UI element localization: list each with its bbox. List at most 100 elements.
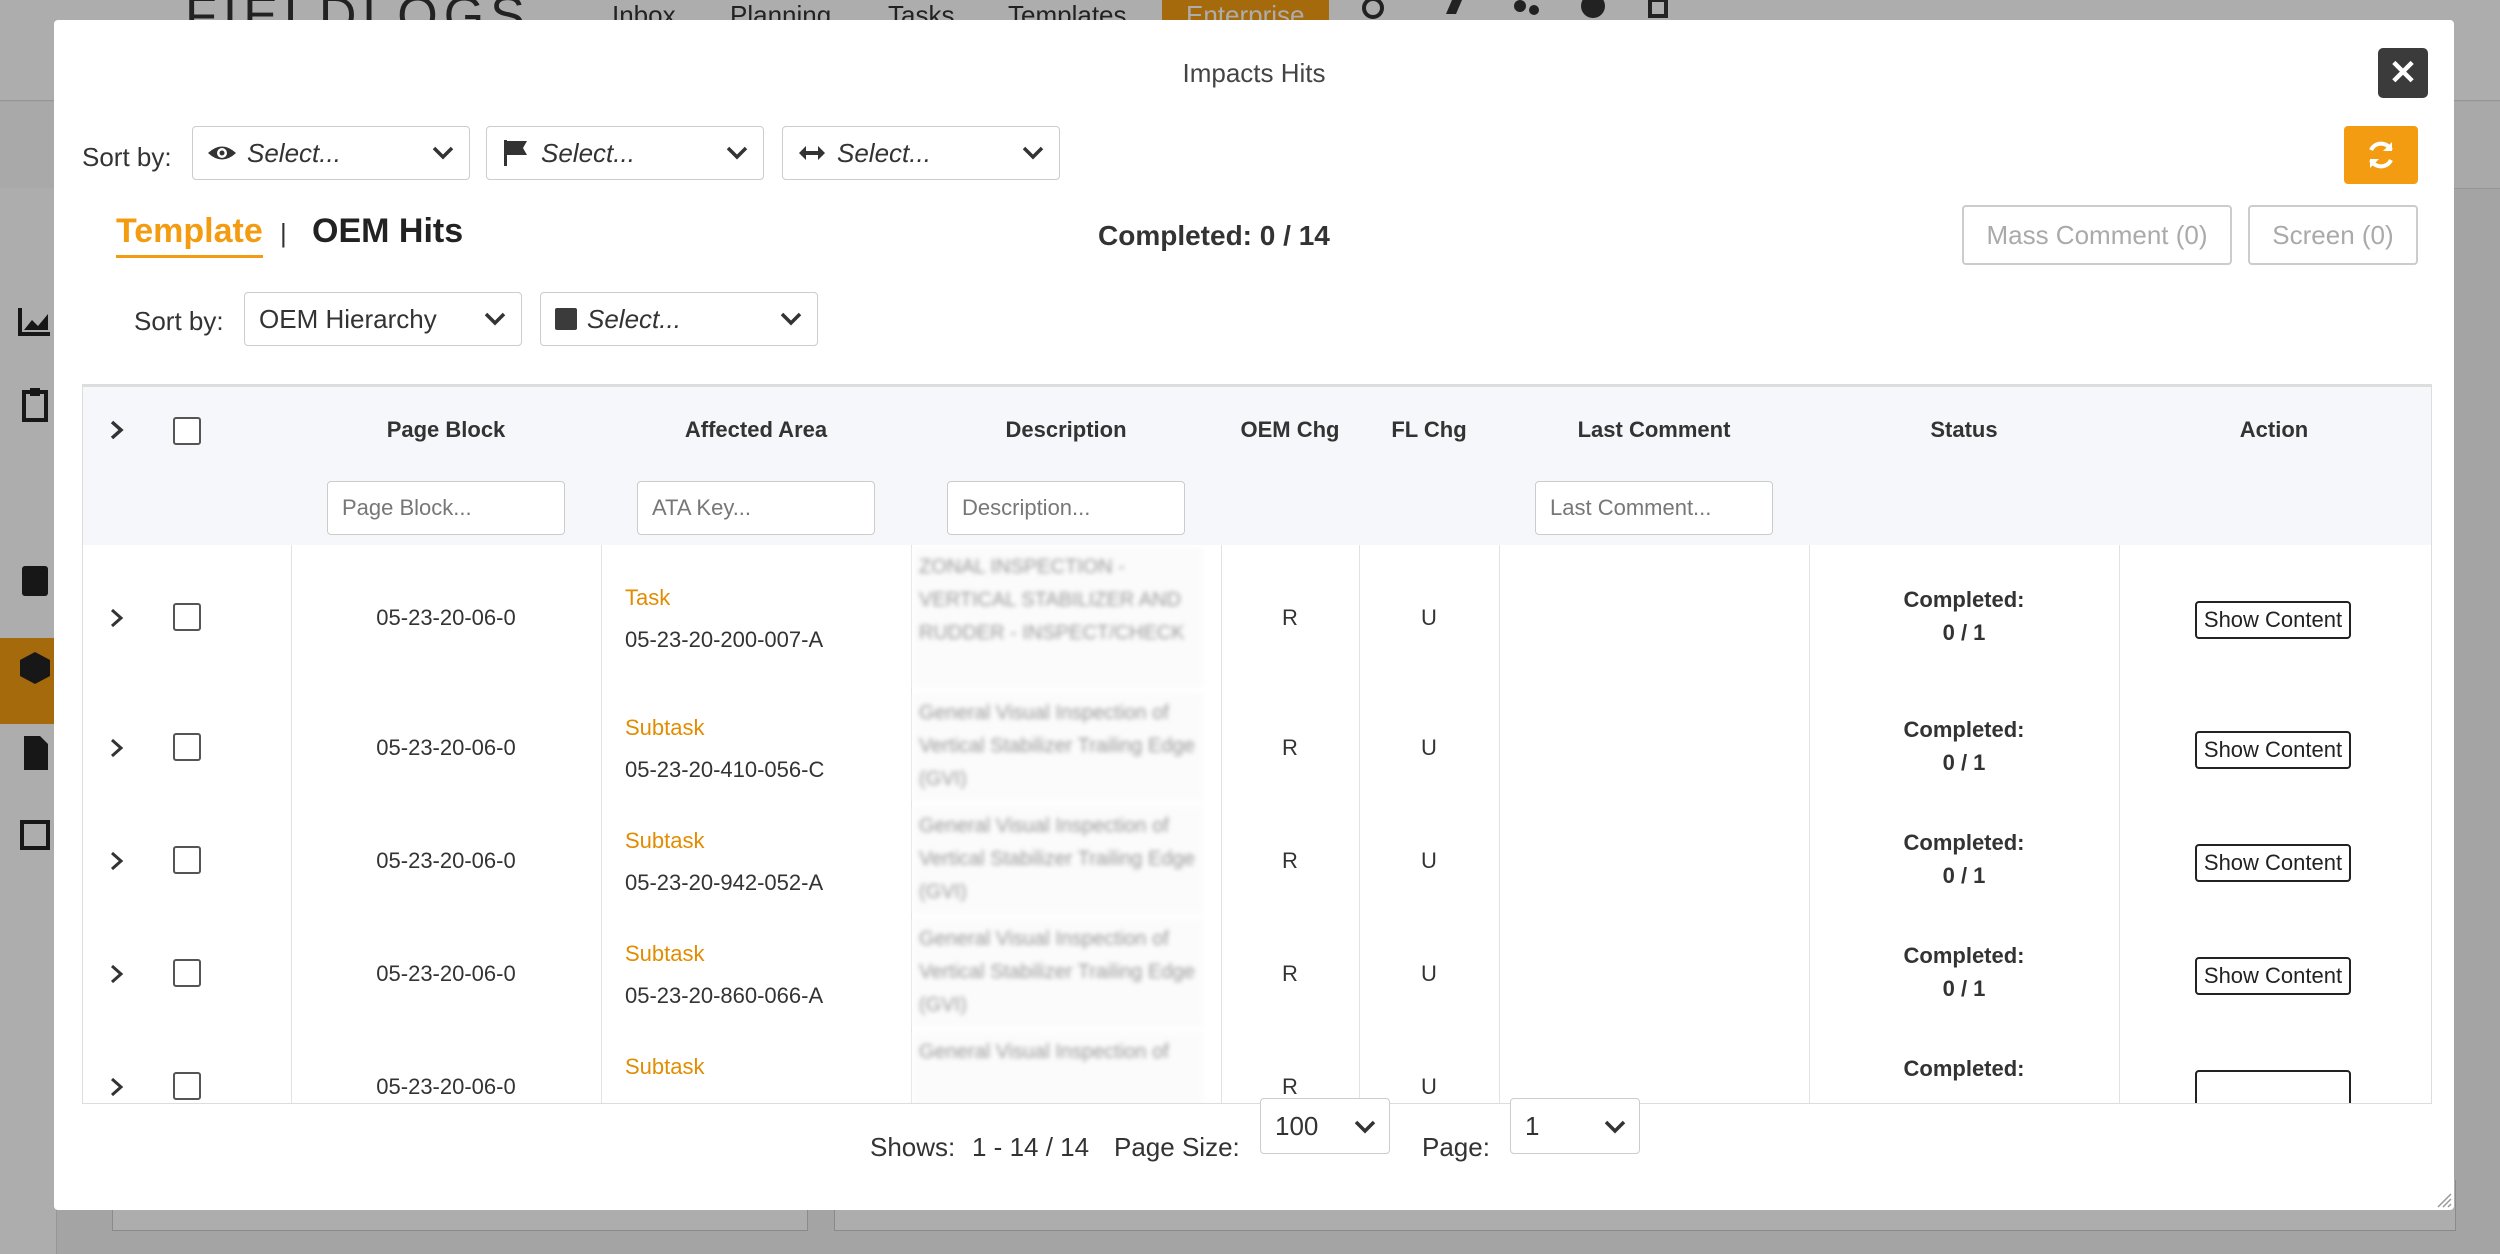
- chevron-down-icon: [1022, 146, 1044, 160]
- row-checkbox[interactable]: [173, 1072, 201, 1100]
- oem-chg-cell: R: [1282, 1074, 1298, 1099]
- page-label: Page:: [1422, 1132, 1490, 1162]
- flag-icon: [504, 140, 527, 166]
- close-icon: ✕: [2388, 54, 2418, 92]
- task-type-link[interactable]: Task: [625, 585, 670, 611]
- expand-all-chevron-icon[interactable]: [105, 419, 127, 441]
- header-fl-chg[interactable]: FL Chg: [1359, 417, 1499, 443]
- subtask-type-link[interactable]: Subtask: [625, 1054, 705, 1080]
- row-expand-chevron-icon[interactable]: [105, 963, 127, 985]
- page-block-cell: 05-23-20-06-0: [376, 1074, 516, 1099]
- sort-by-label: Sort by:: [82, 142, 172, 172]
- filter-ata-key-input[interactable]: [637, 481, 875, 535]
- header-oem-chg[interactable]: OEM Chg: [1221, 417, 1359, 443]
- refresh-icon: [2369, 141, 2393, 169]
- mass-comment-button[interactable]: Mass Comment (0): [1962, 205, 2232, 265]
- filter-description-input[interactable]: [947, 481, 1185, 535]
- table-row[interactable]: 05-23-20-06-0 Subtask General Visual Ins…: [83, 1030, 2431, 1103]
- filter-last-comment-input[interactable]: [1535, 481, 1773, 535]
- row-checkbox[interactable]: [173, 733, 201, 761]
- column-divider: [601, 804, 602, 917]
- fl-chg-cell: U: [1421, 605, 1437, 630]
- page-select[interactable]: 1: [1510, 1098, 1640, 1154]
- column-divider: [1499, 804, 1500, 917]
- ata-key-cell: 05-23-20-860-066-A: [625, 983, 824, 1008]
- column-divider: [911, 691, 912, 804]
- fl-chg-cell: U: [1421, 1074, 1437, 1099]
- row-expand-chevron-icon[interactable]: [105, 607, 127, 629]
- header-page-block[interactable]: Page Block: [291, 417, 601, 443]
- square-sort-select-value: Select...: [587, 303, 681, 334]
- header-last-comment[interactable]: Last Comment: [1499, 417, 1809, 443]
- page-value: 1: [1525, 1110, 1540, 1141]
- header-description[interactable]: Description: [911, 417, 1221, 443]
- square-sort-select[interactable]: Select...: [540, 292, 818, 346]
- inner-sort-by-label: Sort by:: [134, 306, 224, 336]
- refresh-button[interactable]: [2344, 126, 2418, 184]
- column-divider: [2119, 917, 2120, 1030]
- tab-template[interactable]: Template: [116, 212, 263, 258]
- column-divider: [601, 691, 602, 804]
- row-checkbox[interactable]: [173, 846, 201, 874]
- tab-separator: |: [280, 218, 287, 248]
- eye-icon: [208, 146, 236, 160]
- chevron-down-icon: [780, 312, 802, 326]
- status-value: 0 / 1: [1942, 620, 1986, 645]
- show-content-button[interactable]: Show Content: [2195, 957, 2351, 995]
- impacts-table: Page Block Affected Area Description OEM…: [82, 384, 2432, 1104]
- subtask-type-link[interactable]: Subtask: [625, 941, 705, 967]
- filter-page-block-input[interactable]: [327, 481, 565, 535]
- row-checkbox[interactable]: [173, 603, 201, 631]
- description-cell-blurred: General Visual Inspection of Vertical St…: [913, 693, 1203, 801]
- table-row[interactable]: 05-23-20-06-0 Subtask 05-23-20-860-066-A…: [83, 917, 2431, 1031]
- column-divider: [1809, 1030, 1810, 1103]
- header-affected-area[interactable]: Affected Area: [601, 417, 911, 443]
- show-content-button[interactable]: Show Content: [2195, 731, 2351, 769]
- chevron-down-icon: [432, 146, 454, 160]
- page-block-cell: 05-23-20-06-0: [376, 961, 516, 986]
- description-cell-blurred: General Visual Inspection of Vertical St…: [913, 919, 1203, 1027]
- column-divider: [911, 545, 912, 691]
- status-value: 0 / 1: [1942, 976, 1986, 1001]
- table-row[interactable]: 05-23-20-06-0 Task 05-23-20-200-007-A ZO…: [83, 545, 2431, 692]
- page-size-select[interactable]: 100: [1260, 1098, 1390, 1154]
- select-all-checkbox[interactable]: [173, 417, 201, 445]
- status-label: Completed:: [1903, 1056, 2025, 1081]
- table-row[interactable]: 05-23-20-06-0 Subtask 05-23-20-942-052-A…: [83, 804, 2431, 918]
- show-content-button[interactable]: Show Content: [2195, 601, 2351, 639]
- column-divider: [2119, 804, 2120, 917]
- sort-select-flag[interactable]: Select...: [486, 126, 764, 180]
- page-block-cell: 05-23-20-06-0: [376, 848, 516, 873]
- header-status[interactable]: Status: [1809, 417, 2119, 443]
- row-expand-chevron-icon[interactable]: [105, 737, 127, 759]
- show-content-button[interactable]: [2195, 1070, 2351, 1103]
- sort-select-visibility[interactable]: Select...: [192, 126, 470, 180]
- description-cell-blurred: ZONAL INSPECTION - VERTICAL STABILIZER A…: [913, 547, 1203, 687]
- sort-select-direction[interactable]: Select...: [782, 126, 1060, 180]
- impacts-hits-modal: Impacts Hits ✕ Sort by: Select... Select…: [54, 20, 2454, 1210]
- row-expand-chevron-icon[interactable]: [105, 850, 127, 872]
- row-checkbox[interactable]: [173, 959, 201, 987]
- fl-chg-cell: U: [1421, 961, 1437, 986]
- hierarchy-select-value: OEM Hierarchy: [259, 303, 437, 334]
- status-value: 0 / 1: [1942, 863, 1986, 888]
- hierarchy-select[interactable]: OEM Hierarchy: [244, 292, 522, 346]
- subtask-type-link[interactable]: Subtask: [625, 828, 705, 854]
- resize-grip-icon[interactable]: [2436, 1192, 2452, 1208]
- column-divider: [601, 545, 602, 691]
- table-row[interactable]: 05-23-20-06-0 Subtask 05-23-20-410-056-C…: [83, 691, 2431, 805]
- page-size-value: 100: [1275, 1110, 1319, 1141]
- oem-chg-cell: R: [1282, 605, 1298, 630]
- description-cell-blurred: General Visual Inspection of Vertical St…: [913, 806, 1203, 914]
- row-expand-chevron-icon[interactable]: [105, 1076, 127, 1098]
- subtask-type-link[interactable]: Subtask: [625, 715, 705, 741]
- fl-chg-cell: U: [1421, 848, 1437, 873]
- tab-oem-hits[interactable]: OEM Hits: [312, 212, 463, 251]
- column-divider: [1499, 917, 1500, 1030]
- oem-chg-cell: R: [1282, 848, 1298, 873]
- show-content-button[interactable]: Show Content: [2195, 844, 2351, 882]
- status-label: Completed:: [1903, 943, 2025, 968]
- chevron-down-icon: [1354, 1120, 1376, 1134]
- close-button[interactable]: ✕: [2378, 48, 2428, 98]
- screen-button[interactable]: Screen (0): [2248, 205, 2418, 265]
